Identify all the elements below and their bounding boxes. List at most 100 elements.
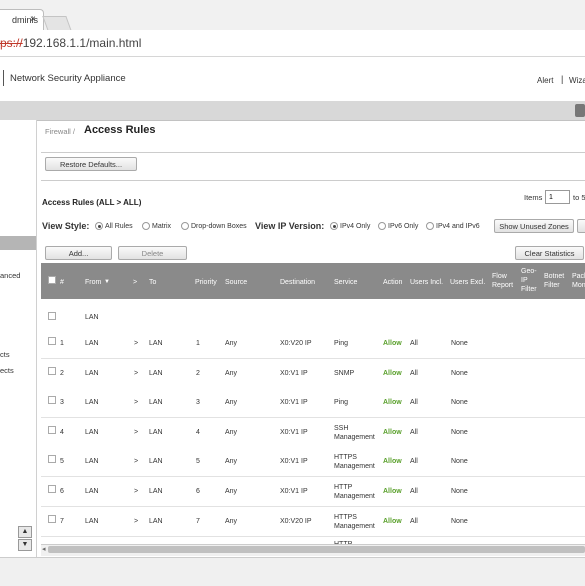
row-users-excl: None	[451, 340, 468, 347]
col-action[interactable]: Action	[383, 278, 402, 287]
nav-item-objects[interactable]: cts	[0, 350, 10, 359]
menu-strip-handle[interactable]	[575, 104, 585, 117]
nav-item-advanced[interactable]: anced	[0, 271, 20, 280]
row-action[interactable]: Allow	[383, 398, 402, 407]
view-style-all-radio[interactable]	[95, 222, 103, 230]
row-checkbox[interactable]	[48, 455, 56, 463]
ipv4-only-radio[interactable]	[330, 222, 338, 230]
breadcrumb[interactable]: Firewall /	[45, 127, 75, 136]
row-action[interactable]: Allow	[383, 457, 402, 466]
table-row[interactable]	[41, 359, 585, 389]
table-row[interactable]	[41, 447, 585, 477]
col-service[interactable]: Service	[334, 278, 357, 287]
ipv6-only-label: IPv6 Only	[388, 223, 419, 230]
col-users-excl[interactable]: Users Excl.	[450, 278, 485, 287]
left-nav	[0, 120, 37, 557]
row-checkbox[interactable]	[48, 426, 56, 434]
table-row[interactable]	[41, 477, 585, 507]
select-all-checkbox[interactable]	[48, 276, 56, 284]
divider	[41, 152, 585, 153]
nav-selected-item[interactable]	[0, 236, 36, 250]
row-number: 1	[60, 340, 64, 347]
ipv4-only-label: IPv4 Only	[340, 223, 371, 230]
row-to-zone: LAN	[149, 458, 163, 465]
row-from-zone: LAN	[85, 370, 99, 377]
row-arrow: >	[134, 458, 139, 465]
nav-scroll-up-icon[interactable]: ▲	[18, 526, 32, 538]
clear-statistics-button[interactable]: Clear Statistics	[515, 246, 584, 260]
wizard-link[interactable]: Wiza	[569, 76, 585, 85]
extra-button[interactable]	[577, 219, 585, 233]
row-users-incl: All	[410, 370, 418, 377]
row-users-excl: None	[451, 488, 468, 495]
col-geo-ip-filter[interactable]: Geo- IP Filter	[521, 267, 537, 294]
row-priority: 3	[196, 399, 200, 406]
ipv6-only-radio[interactable]	[378, 222, 386, 230]
row-checkbox[interactable]	[48, 396, 56, 404]
row-action[interactable]: Allow	[383, 517, 402, 526]
row-checkbox[interactable]	[48, 337, 56, 345]
col-users-incl[interactable]: Users Incl.	[410, 278, 443, 287]
row-checkbox[interactable]	[48, 485, 56, 493]
scroll-left-icon[interactable]: ◂	[42, 545, 46, 553]
url-protocol: ps://	[0, 36, 23, 50]
row-destination: X0:V1 IP	[280, 399, 308, 406]
col-packet-monitor[interactable]: Pack Moni	[572, 272, 585, 290]
ipv4-ipv6-radio[interactable]	[426, 222, 434, 230]
row-number: 7	[60, 518, 64, 525]
row-to-zone: LAN	[149, 488, 163, 495]
row-source: Any	[225, 399, 238, 406]
row-source: Any	[225, 370, 238, 377]
delete-button[interactable]: Delete	[118, 246, 187, 260]
row-action[interactable]: Allow	[383, 339, 402, 348]
col-priority[interactable]: Priority	[195, 278, 217, 287]
row-source: Any	[225, 518, 238, 525]
restore-defaults-button[interactable]: Restore Defaults...	[45, 157, 137, 171]
brand-name: Network Security Appliance	[10, 73, 126, 84]
show-unused-zones-button[interactable]: Show Unused Zones	[494, 219, 574, 233]
status-bar	[0, 557, 585, 586]
col-source[interactable]: Source	[225, 278, 247, 287]
row-number: 6	[60, 488, 64, 495]
row-priority: 1	[196, 340, 200, 347]
row-destination: X0:V1 IP	[280, 370, 308, 377]
row-action[interactable]: Allow	[383, 428, 402, 437]
table-group-row[interactable]	[41, 304, 585, 330]
row-arrow: >	[134, 518, 139, 525]
col-destination[interactable]: Destination	[280, 278, 315, 287]
col-botnet-filter[interactable]: Botnet Filter	[544, 272, 564, 290]
items-label: Items	[524, 193, 543, 202]
row-users-incl: All	[410, 340, 418, 347]
view-style-matrix-radio[interactable]	[142, 222, 150, 230]
row-arrow: >	[134, 399, 139, 406]
new-tab-button[interactable]	[42, 16, 72, 31]
table-row[interactable]	[41, 329, 585, 359]
horizontal-scroll-thumb[interactable]	[48, 546, 585, 553]
row-action[interactable]: Allow	[383, 369, 402, 378]
view-style-dropdown-radio[interactable]	[181, 222, 189, 230]
table-row[interactable]	[41, 418, 585, 448]
table-row[interactable]	[41, 507, 585, 537]
alert-link[interactable]: Alert	[537, 76, 553, 85]
nav-scroll-down-icon[interactable]: ▼	[18, 539, 32, 551]
row-destination: X0:V20 IP	[280, 340, 312, 347]
table-row[interactable]	[41, 388, 585, 418]
col-to[interactable]: To	[149, 278, 156, 287]
view-ip-label: View IP Version:	[255, 221, 325, 231]
add-button[interactable]: Add...	[45, 246, 112, 260]
row-from-zone: LAN	[85, 518, 99, 525]
row-checkbox[interactable]	[48, 367, 56, 375]
col-from[interactable]: From	[85, 278, 101, 287]
row-action[interactable]: Allow	[383, 487, 402, 496]
url-text[interactable]: ps://192.168.1.1/main.html	[0, 36, 141, 50]
sort-desc-icon[interactable]: ▼	[104, 278, 110, 287]
items-start-input[interactable]	[545, 190, 570, 204]
nav-item-objects-2[interactable]: ects	[0, 366, 14, 375]
row-to-zone: LAN	[149, 340, 163, 347]
col-num: #	[60, 279, 64, 286]
tab-close-icon[interactable]: ×	[30, 14, 36, 25]
group-checkbox[interactable]	[48, 312, 56, 320]
row-checkbox[interactable]	[48, 515, 56, 523]
col-flow-report[interactable]: Flow Report	[492, 272, 513, 290]
items-to-label: to 5	[573, 193, 585, 202]
